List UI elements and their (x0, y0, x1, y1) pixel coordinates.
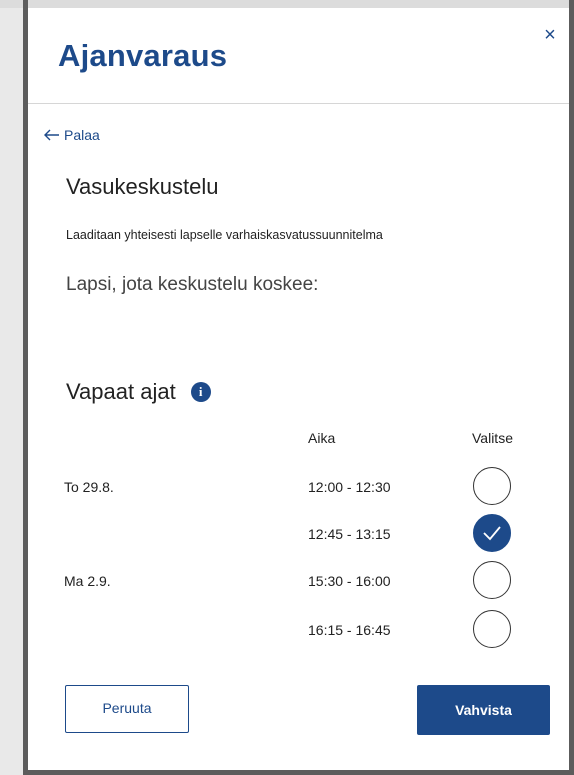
slots-heading: Vapaat ajat i (66, 379, 211, 405)
slot-time: 12:00 - 12:30 (308, 479, 391, 495)
column-header-time: Aika (308, 430, 336, 446)
event-title: Vasukeskustelu (66, 174, 219, 199)
confirm-button[interactable]: Vahvista (417, 685, 550, 735)
background-page-strip (0, 0, 574, 8)
modal-border-right (569, 0, 574, 775)
back-link[interactable]: Palaa (44, 127, 100, 143)
event-description: Laaditaan yhteisesti lapselle varhaiskas… (66, 228, 383, 242)
slot-time: 15:30 - 16:00 (308, 573, 391, 589)
slot-select-radio[interactable] (473, 467, 511, 505)
slot-select-radio[interactable] (473, 610, 511, 648)
child-label: Lapsi, jota keskustelu koskee: (66, 274, 319, 295)
slot-select-radio[interactable] (473, 514, 511, 552)
slot-time: 12:45 - 13:15 (308, 526, 391, 542)
close-icon[interactable]: × (540, 25, 560, 45)
info-icon[interactable]: i (190, 382, 211, 402)
slot-select-radio[interactable] (473, 561, 511, 599)
slot-time: 16:15 - 16:45 (308, 622, 391, 638)
check-icon (483, 526, 501, 541)
slot-date: Ma 2.9. (64, 573, 111, 589)
slots-title: Vapaat ajat (66, 379, 176, 404)
header-divider (28, 103, 569, 104)
column-header-select: Valitse (472, 430, 513, 446)
back-link-label: Palaa (64, 127, 100, 143)
modal-title: Ajanvaraus (58, 38, 228, 73)
arrow-left-icon (44, 129, 59, 141)
modal-border-bottom (23, 770, 574, 775)
cancel-button[interactable]: Peruuta (65, 685, 189, 733)
slot-date: To 29.8. (64, 479, 114, 495)
booking-modal: Ajanvaraus × Palaa Vasukeskustelu Laadit… (28, 8, 569, 770)
